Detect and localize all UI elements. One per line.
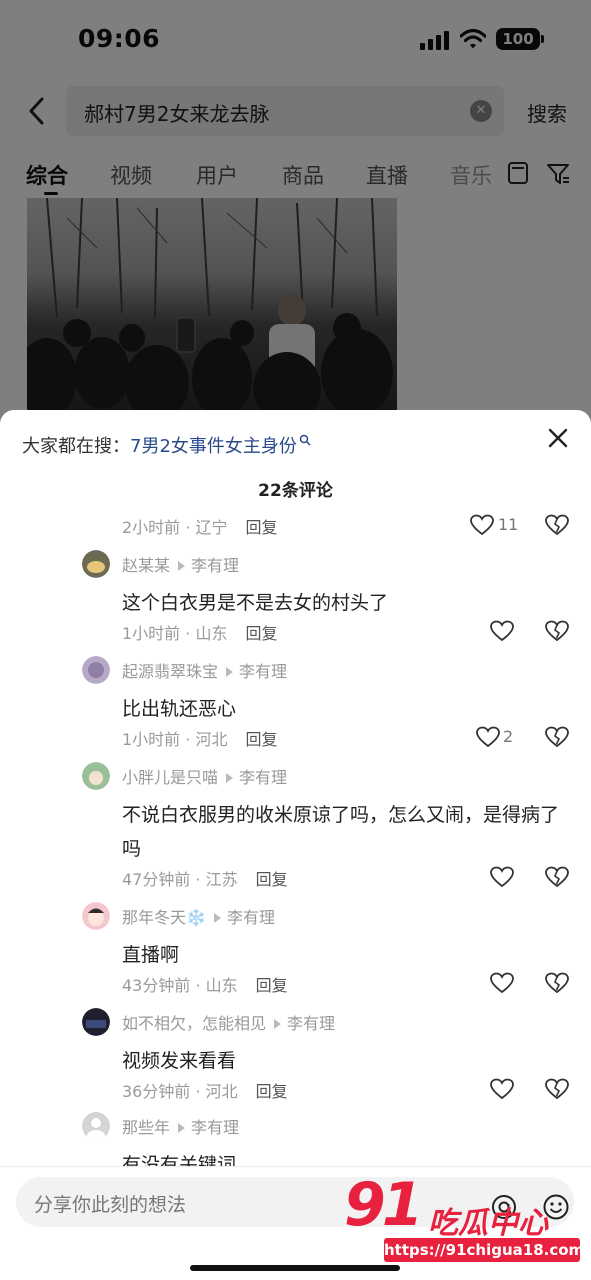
comment-meta: 1小时前 · 山东 [122,624,228,643]
reply-to-user[interactable]: 李有理 [239,662,287,681]
comment-username[interactable]: 小胖儿是只喵 [122,768,218,787]
comment-username[interactable]: 如不相欠，怎能相见 [122,1014,266,1033]
reply-to-user[interactable]: 李有理 [191,556,239,575]
reply-to-user[interactable]: 李有理 [227,908,275,927]
reply-to-user[interactable]: 李有理 [239,768,287,787]
reply-button[interactable]: 回复 [256,1082,288,1101]
reply-button[interactable]: 回复 [245,518,277,537]
watermark-url: https://91chigua18.com [384,1238,584,1262]
reply-button[interactable]: 回复 [256,870,288,889]
heart-icon[interactable] [476,726,500,748]
dislike-icon[interactable] [545,1077,569,1101]
close-icon[interactable] [546,426,570,450]
heart-icon[interactable] [490,866,514,888]
search-icon [299,434,311,446]
hot-search-link[interactable]: 7男2女事件女主身份 [130,436,297,457]
comment-username[interactable]: 赵某某 [122,556,170,575]
dislike-icon[interactable] [545,725,569,749]
heart-icon[interactable] [490,620,514,642]
avatar[interactable] [82,1112,110,1140]
avatar[interactable] [82,550,110,578]
hot-search: 大家都在搜：7男2女事件女主身份 [22,432,311,458]
comment-meta: 47分钟前 · 江苏 [122,870,238,889]
avatar[interactable] [82,1008,110,1036]
reply-to-user[interactable]: 李有理 [287,1014,335,1033]
comment-text: 直播啊 [122,944,180,966]
watermark-name: 吃瓜中心 [428,1206,548,1241]
heart-icon[interactable] [490,972,514,994]
comment-username[interactable]: 那些年 [122,1118,170,1137]
comment-username[interactable]: 起源翡翠珠宝 [122,662,218,681]
reply-button[interactable]: 回复 [256,976,288,995]
comment-text: 视频发来看看 [122,1050,237,1072]
avatar[interactable] [82,902,110,930]
comment-meta: 1小时前 · 河北 [122,730,228,749]
reply-button[interactable]: 回复 [245,730,277,749]
comment-text: 比出轨还恶心 [122,698,237,720]
comment-count: 22条评论 [258,481,333,501]
like-count: 2 [503,727,514,746]
comment-meta: 43分钟前 · 山东 [122,976,238,995]
reply-button[interactable]: 回复 [245,624,277,643]
dislike-icon[interactable] [545,865,569,889]
comment-username[interactable]: 那年冬天❄️ [122,908,206,927]
comments-sheet: 大家都在搜：7男2女事件女主身份 22条评论 2小时前 · 辽宁 回复 11 赵某… [0,410,591,1280]
comment-meta: 2小时前 · 辽宁 [122,518,228,537]
heart-icon[interactable] [470,514,494,536]
dislike-icon[interactable] [545,513,569,537]
watermark: 91 吃瓜中心 https://91chigua18.com [340,1170,584,1266]
watermark-logo: 91 [344,1170,423,1240]
comment-text: 不说白衣服男的收米原谅了吗，怎么又闹，是得病了吗 [122,804,560,860]
like-count: 11 [498,515,519,534]
dislike-icon[interactable] [545,619,569,643]
avatar[interactable] [82,656,110,684]
comment-input-placeholder: 分享你此刻的想法 [34,1194,187,1216]
comment-text: 这个白衣男是不是去女的村头了 [122,592,389,614]
avatar[interactable] [82,762,110,790]
reply-to-user[interactable]: 李有理 [191,1118,239,1137]
heart-icon[interactable] [490,1078,514,1100]
comment-meta: 36分钟前 · 河北 [122,1082,238,1101]
dislike-icon[interactable] [545,971,569,995]
hot-search-label: 大家都在搜： [22,436,130,457]
